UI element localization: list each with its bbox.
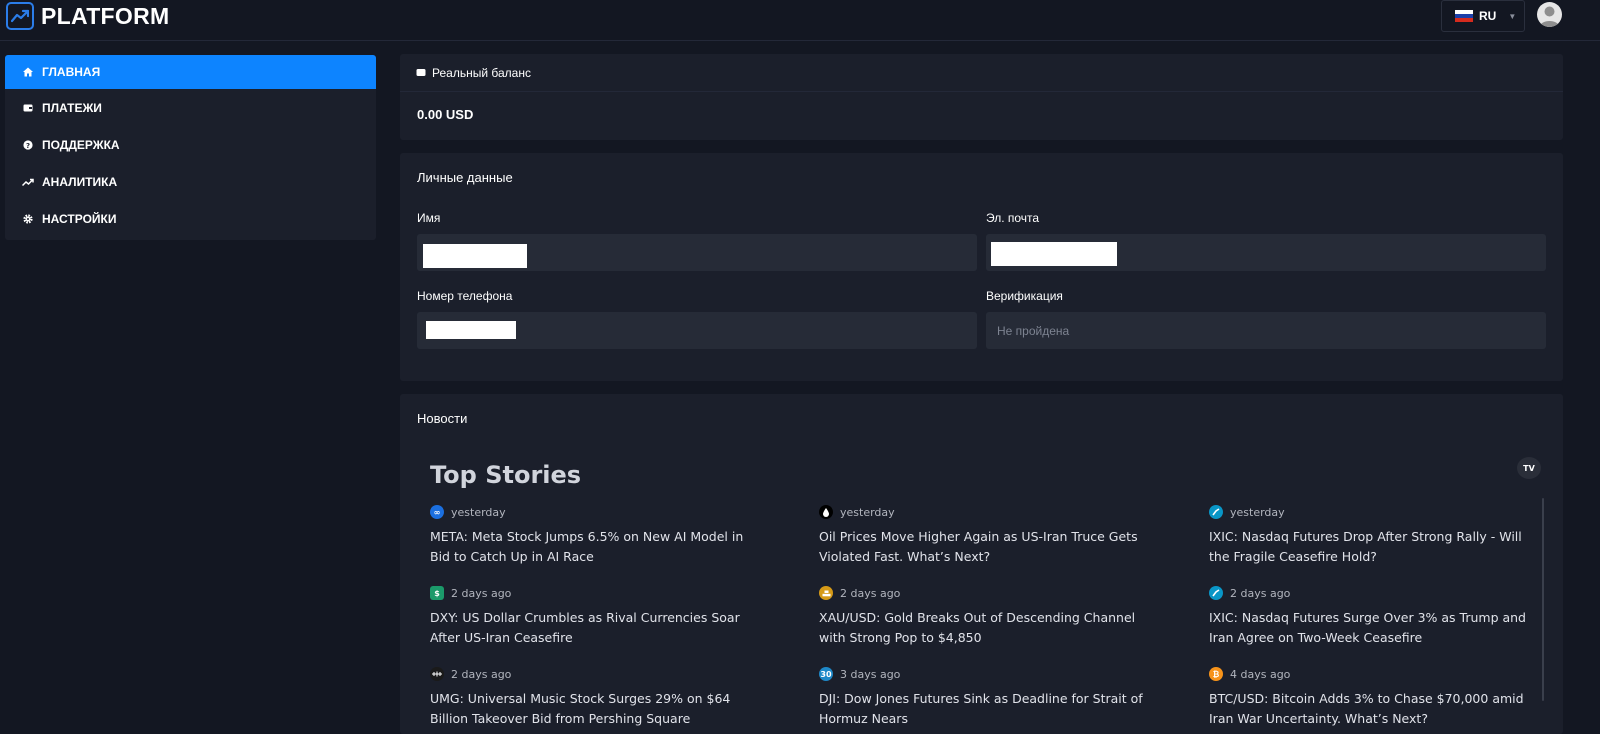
story-headline[interactable]: DJI: Dow Jones Futures Sink as Deadline … <box>819 689 1149 729</box>
russia-flag-icon <box>1455 10 1473 22</box>
svg-text:?: ? <box>26 141 30 149</box>
sidebar-item-payments[interactable]: ПЛАТЕЖИ <box>5 89 376 126</box>
story-meta: $ 2 days ago <box>430 585 760 601</box>
news-story[interactable]: 2 days ago XAU/USD: Gold Breaks Out of D… <box>819 585 1149 648</box>
story-meta: yesterday <box>1209 504 1539 520</box>
news-story[interactable]: ₿ 4 days ago BTC/USD: Bitcoin Adds 3% to… <box>1209 666 1539 729</box>
news-story[interactable]: ∞ yesterday META: Meta Stock Jumps 6.5% … <box>430 504 760 567</box>
name-label: Имя <box>417 211 441 225</box>
dow-30-icon: 30 <box>819 667 833 681</box>
story-headline[interactable]: XAU/USD: Gold Breaks Out of Descending C… <box>819 608 1149 648</box>
news-story[interactable]: 2 days ago UMG: Universal Music Stock Su… <box>430 666 760 729</box>
meta-icon: ∞ <box>430 505 444 519</box>
story-headline[interactable]: Oil Prices Move Higher Again as US-Iran … <box>819 527 1149 567</box>
language-label: RU <box>1479 9 1497 23</box>
avatar[interactable] <box>1537 2 1562 27</box>
home-icon <box>21 65 35 79</box>
wallet-icon <box>416 66 426 80</box>
redacted-value <box>423 244 527 268</box>
phone-label: Номер телефона <box>417 289 513 303</box>
balance-value: 0.00 USD <box>417 107 474 122</box>
news-story[interactable]: 30 3 days ago DJI: Dow Jones Futures Sin… <box>819 666 1149 729</box>
story-meta: 2 days ago <box>1209 585 1539 601</box>
sidebar-item-analytics[interactable]: АНАЛИТИКА <box>5 163 376 200</box>
wallet-icon <box>21 101 35 115</box>
story-headline[interactable]: UMG: Universal Music Stock Surges 29% on… <box>430 689 760 729</box>
story-meta: ∞ yesterday <box>430 504 760 520</box>
story-headline[interactable]: BTC/USD: Bitcoin Adds 3% to Chase $70,00… <box>1209 689 1539 729</box>
sidebar-item-support[interactable]: ? ПОДДЕРЖКА <box>5 126 376 163</box>
name-field[interactable] <box>417 234 977 271</box>
oil-drop-icon <box>819 505 833 519</box>
news-scrollbar[interactable] <box>1542 498 1544 701</box>
news-story[interactable]: yesterday IXIC: Nasdaq Futures Drop Afte… <box>1209 504 1539 567</box>
story-headline[interactable]: IXIC: Nasdaq Futures Drop After Strong R… <box>1209 527 1539 567</box>
story-meta: 2 days ago <box>819 585 1149 601</box>
sidebar: ГЛАВНАЯ ПЛАТЕЖИ ? ПОДДЕРЖКА АНАЛИТИКА НА… <box>5 55 376 240</box>
story-time: 3 days ago <box>840 667 901 681</box>
news-story[interactable]: 2 days ago IXIC: Nasdaq Futures Surge Ov… <box>1209 585 1539 648</box>
story-time: yesterday <box>451 505 506 519</box>
story-meta: 2 days ago <box>430 666 760 682</box>
verification-input[interactable] <box>986 312 1546 349</box>
chevron-down-icon: ▼ <box>1508 11 1517 21</box>
personal-data-title: Личные данные <box>417 170 513 185</box>
sidebar-item-label: НАСТРОЙКИ <box>42 211 117 226</box>
story-headline[interactable]: DXY: US Dollar Crumbles as Rival Currenc… <box>430 608 760 648</box>
top-bar: PLATFORM RU ▼ <box>0 0 1600 41</box>
story-time: 2 days ago <box>840 586 901 600</box>
sidebar-item-label: АНАЛИТИКА <box>42 174 118 189</box>
logo[interactable]: PLATFORM <box>6 2 169 30</box>
gold-icon <box>819 586 833 600</box>
phone-field[interactable] <box>417 312 977 349</box>
story-meta: yesterday <box>819 504 1149 520</box>
trending-up-icon <box>21 175 35 189</box>
story-headline[interactable]: META: Meta Stock Jumps 6.5% on New AI Mo… <box>430 527 760 567</box>
balance-card: Реальный баланс 0.00 USD <box>400 54 1563 140</box>
redacted-value <box>426 321 516 339</box>
dollar-icon: $ <box>430 586 444 600</box>
story-headline[interactable]: IXIC: Nasdaq Futures Surge Over 3% as Tr… <box>1209 608 1539 648</box>
personal-data-card: Личные данные Имя Эл. почта Номер телефо… <box>400 153 1563 381</box>
sidebar-item-settings[interactable]: НАСТРОЙКИ <box>5 200 376 237</box>
language-selector[interactable]: RU ▼ <box>1441 0 1525 32</box>
balance-header: Реальный баланс <box>400 54 1563 92</box>
nasdaq-icon <box>1209 586 1223 600</box>
news-card: Новости Top Stories TV ∞ yesterday META:… <box>400 394 1563 734</box>
verification-label: Верификация <box>986 289 1063 303</box>
news-title: Новости <box>417 411 468 426</box>
bitcoin-icon: ₿ <box>1209 667 1223 681</box>
tradingview-logo-icon[interactable]: TV <box>1517 457 1541 479</box>
sidebar-item-label: ГЛАВНАЯ <box>42 65 101 79</box>
umg-icon <box>430 667 444 681</box>
sidebar-item-label: ПЛАТЕЖИ <box>42 100 102 115</box>
gear-icon <box>21 212 35 226</box>
story-time: yesterday <box>1230 505 1285 519</box>
verification-field[interactable] <box>986 312 1546 349</box>
story-time: 2 days ago <box>1230 586 1291 600</box>
news-story[interactable]: yesterday Oil Prices Move Higher Again a… <box>819 504 1149 567</box>
story-time: 4 days ago <box>1230 667 1291 681</box>
story-time: yesterday <box>840 505 895 519</box>
nasdaq-icon <box>1209 505 1223 519</box>
sidebar-item-label: ПОДДЕРЖКА <box>42 137 120 152</box>
email-label: Эл. почта <box>986 211 1040 225</box>
logo-icon <box>6 2 34 30</box>
story-time: 2 days ago <box>451 667 512 681</box>
sidebar-item-home[interactable]: ГЛАВНАЯ <box>5 55 376 89</box>
news-story[interactable]: $ 2 days ago DXY: US Dollar Crumbles as … <box>430 585 760 648</box>
story-meta: 30 3 days ago <box>819 666 1149 682</box>
redacted-value <box>991 242 1117 266</box>
story-time: 2 days ago <box>451 586 512 600</box>
email-field[interactable] <box>986 234 1546 271</box>
top-stories-title: Top Stories <box>430 461 582 489</box>
story-meta: ₿ 4 days ago <box>1209 666 1539 682</box>
logo-text: PLATFORM <box>41 2 170 29</box>
balance-title: Реальный баланс <box>432 65 531 80</box>
help-icon: ? <box>21 138 35 152</box>
